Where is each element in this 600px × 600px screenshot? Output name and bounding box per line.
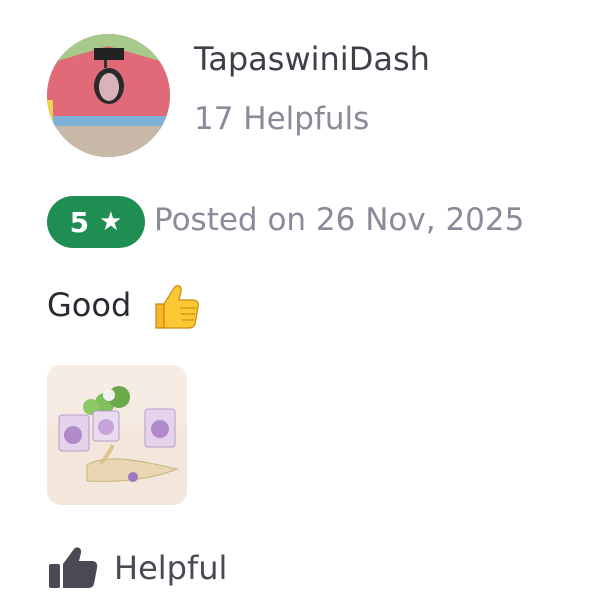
posted-date: Posted on 26 Nov, 2025 [154,202,525,238]
reviewer-name[interactable]: TapaswiniDash [194,40,430,78]
review-text: Good [47,286,132,324]
helpful-label: Helpful [114,549,228,587]
review-photo[interactable] [47,365,187,505]
review-card: TapaswiniDash 17 Helpfuls 5 ★ Posted on … [0,0,600,600]
helpful-button[interactable]: Helpful [47,540,227,596]
avatar[interactable] [47,34,170,157]
rating-badge: 5 ★ [47,196,145,248]
star-icon: ★ [99,207,123,237]
thumbs-up-icon [47,546,99,590]
avatar-image [47,34,170,157]
helpful-count: 17 Helpfuls [194,101,370,137]
review-photo-image [47,365,187,505]
thumbs-up-emoji [150,280,202,332]
rating-value: 5 [69,205,90,239]
